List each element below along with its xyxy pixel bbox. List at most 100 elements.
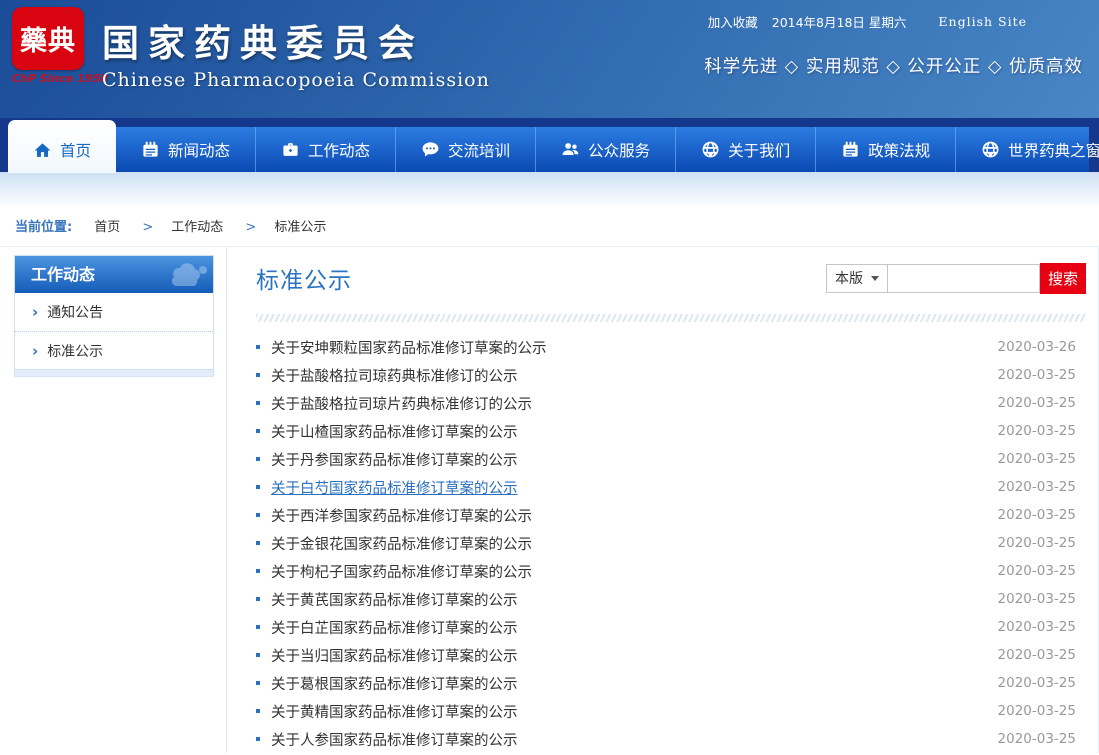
breadcrumb-item[interactable]: >首页: [94, 220, 138, 235]
nav-tab-label: 交流培训: [448, 139, 510, 161]
sidebar-item[interactable]: › 标准公示: [15, 331, 213, 369]
bullet-icon: [256, 485, 260, 489]
announcement-date: 2020-03-25: [998, 563, 1086, 579]
briefcase-icon: [281, 140, 300, 159]
announcement-link[interactable]: 关于黄精国家药品标准修订草案的公示: [271, 701, 518, 722]
bullet-icon: [256, 457, 260, 461]
nav-tab[interactable]: 政策法规: [815, 127, 955, 172]
nav-tab[interactable]: 关于我们: [675, 127, 815, 172]
announcement-link[interactable]: 关于金银花国家药品标准修订草案的公示: [271, 533, 532, 554]
bullet-icon: [256, 597, 260, 601]
announcement-link[interactable]: 关于山楂国家药品标准修订草案的公示: [271, 421, 518, 442]
breadcrumb-item[interactable]: >标准公示: [245, 220, 344, 235]
list-item: 关于西洋参国家药品标准修订草案的公示 2020-03-25: [256, 501, 1086, 529]
announcement-date: 2020-03-25: [998, 451, 1086, 467]
nav-tab[interactable]: 新闻动态: [116, 127, 255, 172]
sidebar-title: 工作动态: [15, 256, 213, 293]
breadcrumb-label: 当前位置:: [15, 216, 72, 235]
site-logo[interactable]: 藥典 ChP Since 1950: [12, 7, 108, 85]
announcement-link[interactable]: 关于盐酸格拉司琼片药典标准修订的公示: [271, 393, 532, 414]
announcement-link[interactable]: 关于安坤颗粒国家药品标准修订草案的公示: [271, 337, 547, 358]
announcement-date: 2020-03-25: [998, 367, 1086, 383]
nav-tab-label: 工作动态: [308, 139, 370, 161]
announcement-link[interactable]: 关于西洋参国家药品标准修订草案的公示: [271, 505, 532, 526]
list-item: 关于盐酸格拉司琼片药典标准修订的公示 2020-03-25: [256, 389, 1086, 417]
arrow-icon: ›: [32, 342, 38, 360]
bullet-icon: [256, 569, 260, 573]
announcement-date: 2020-03-25: [998, 423, 1086, 439]
announcement-date: 2020-03-26: [998, 339, 1086, 355]
english-site-link[interactable]: English Site: [938, 14, 1027, 29]
nav-tab-label: 关于我们: [728, 139, 790, 161]
nav-tab[interactable]: 首页: [8, 120, 116, 173]
breadcrumb-separator: >: [142, 220, 153, 235]
left-column: 工作动态 › 通知公告 › 标准公示: [0, 247, 226, 377]
bullet-icon: [256, 709, 260, 713]
nav-tab-label: 政策法规: [868, 139, 930, 161]
search-category-select[interactable]: 本版: [826, 264, 888, 293]
announcement-link[interactable]: 关于盐酸格拉司琼药典标准修订的公示: [271, 365, 518, 386]
list-item: 关于白芍国家药品标准修订草案的公示 2020-03-25: [256, 473, 1086, 501]
page-title: 标准公示: [256, 261, 352, 295]
announcement-link[interactable]: 关于白芍国家药品标准修订草案的公示: [271, 477, 518, 498]
nav-tab-label: 世界药典之窗: [1008, 139, 1099, 161]
add-favorite-link[interactable]: 加入收藏: [708, 12, 758, 31]
list-item: 关于安坤颗粒国家药品标准修订草案的公示 2020-03-26: [256, 333, 1086, 361]
announcement-link[interactable]: 关于葛根国家药品标准修订草案的公示: [271, 673, 518, 694]
announcement-date: 2020-03-25: [998, 703, 1086, 719]
announcement-link[interactable]: 关于人参国家药品标准修订草案的公示: [271, 729, 518, 750]
bullet-icon: [256, 373, 260, 377]
announcement-date: 2020-03-25: [998, 731, 1086, 747]
nav-tab[interactable]: 世界药典之窗: [955, 127, 1099, 172]
breadcrumb: 当前位置: >首页 >工作动态 >标准公示: [0, 205, 1099, 247]
cloud-decoration-icon: [157, 262, 209, 288]
bullet-icon: [256, 541, 260, 545]
users-icon: [561, 140, 580, 159]
bullet-icon: [256, 681, 260, 685]
calendar-icon: [841, 140, 860, 159]
sidebar-item[interactable]: › 通知公告: [15, 293, 213, 331]
announcement-link[interactable]: 关于白芷国家药品标准修订草案的公示: [271, 617, 518, 638]
list-item: 关于人参国家药品标准修订草案的公示 2020-03-25: [256, 725, 1086, 753]
announcement-date: 2020-03-25: [998, 479, 1086, 495]
list-item: 关于枸杞子国家药品标准修订草案的公示 2020-03-25: [256, 557, 1086, 585]
nav-lower-strip: [0, 172, 1099, 205]
announcement-link[interactable]: 关于枸杞子国家药品标准修订草案的公示: [271, 561, 532, 582]
caret-down-icon: [871, 276, 879, 281]
list-item: 关于当归国家药品标准修订草案的公示 2020-03-25: [256, 641, 1086, 669]
list-item: 关于黄精国家药品标准修订草案的公示 2020-03-25: [256, 697, 1086, 725]
sidebar-menu: › 通知公告 › 标准公示: [15, 293, 213, 369]
globe-icon: [701, 140, 720, 159]
logo-tagline: ChP Since 1950: [12, 72, 108, 85]
nav-tab[interactable]: 公众服务: [535, 127, 675, 172]
site-title-cn: 国家药典委员会: [102, 13, 490, 67]
announcement-date: 2020-03-25: [998, 619, 1086, 635]
announcement-date: 2020-03-25: [998, 535, 1086, 551]
bullet-icon: [256, 737, 260, 741]
globe-icon: [981, 140, 1000, 159]
announcement-link[interactable]: 关于黄芪国家药品标准修订草案的公示: [271, 589, 518, 610]
home-icon: [33, 141, 52, 160]
announcement-link[interactable]: 关于丹参国家药品标准修订草案的公示: [271, 449, 518, 470]
breadcrumb-separator: >: [245, 220, 256, 235]
nav-tab-label: 公众服务: [588, 139, 650, 161]
announcement-list: 关于安坤颗粒国家药品标准修订草案的公示 2020-03-26 关于盐酸格拉司琼药…: [256, 333, 1086, 753]
seal-logo-icon: 藥典: [12, 7, 84, 70]
sidebar: 工作动态 › 通知公告 › 标准公示: [14, 255, 214, 370]
arrow-icon: ›: [32, 303, 38, 321]
search-button[interactable]: 搜索: [1040, 263, 1086, 294]
announcement-date: 2020-03-25: [998, 675, 1086, 691]
list-item: 关于丹参国家药品标准修订草案的公示 2020-03-25: [256, 445, 1086, 473]
content-area: 工作动态 › 通知公告 › 标准公示 标准公示: [0, 247, 1099, 712]
sidebar-item-label: 标准公示: [47, 341, 103, 361]
header-date: 2014年8月18日 星期六: [772, 12, 907, 31]
site-title-en: Chinese Pharmacopoeia Commission: [102, 69, 490, 91]
breadcrumb-item[interactable]: >工作动态: [142, 220, 241, 235]
search-input[interactable]: [888, 264, 1040, 293]
list-item: 关于黄芪国家药品标准修订草案的公示 2020-03-25: [256, 585, 1086, 613]
header-top-links: 加入收藏 2014年8月18日 星期六 English Site: [708, 12, 1027, 31]
list-item: 关于葛根国家药品标准修订草案的公示 2020-03-25: [256, 669, 1086, 697]
announcement-link[interactable]: 关于当归国家药品标准修订草案的公示: [271, 645, 518, 666]
nav-tab[interactable]: 工作动态: [255, 127, 395, 172]
nav-tab[interactable]: 交流培训: [395, 127, 535, 172]
